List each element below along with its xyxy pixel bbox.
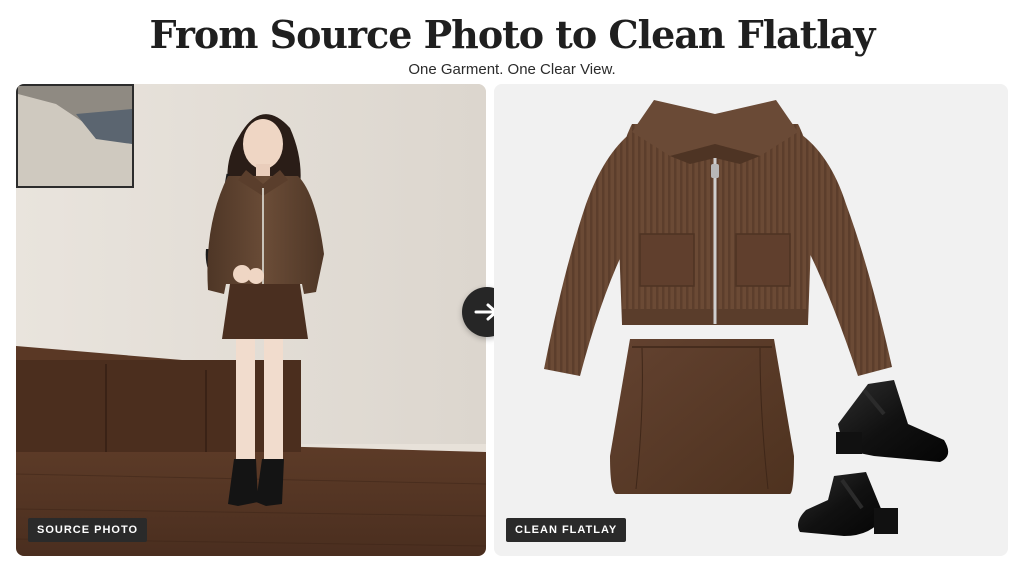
source-photo-label: SOURCE PHOTO [28, 518, 148, 542]
wall-painting [16, 84, 134, 188]
page-subtitle: One Garment. One Clear View. [408, 61, 616, 78]
flatlay-panel: CLEAN FLATLAY [494, 84, 1008, 556]
flatlay-image [494, 84, 1008, 556]
wooden-bench [16, 346, 301, 452]
source-photo-image [16, 84, 486, 556]
flatlay-label: CLEAN FLATLAY [506, 518, 627, 542]
flatlay-skirt [610, 339, 794, 494]
source-photo-panel: SOURCE PHOTO [16, 84, 486, 556]
page-title: From Source Photo to Clean Flatlay [149, 12, 876, 57]
